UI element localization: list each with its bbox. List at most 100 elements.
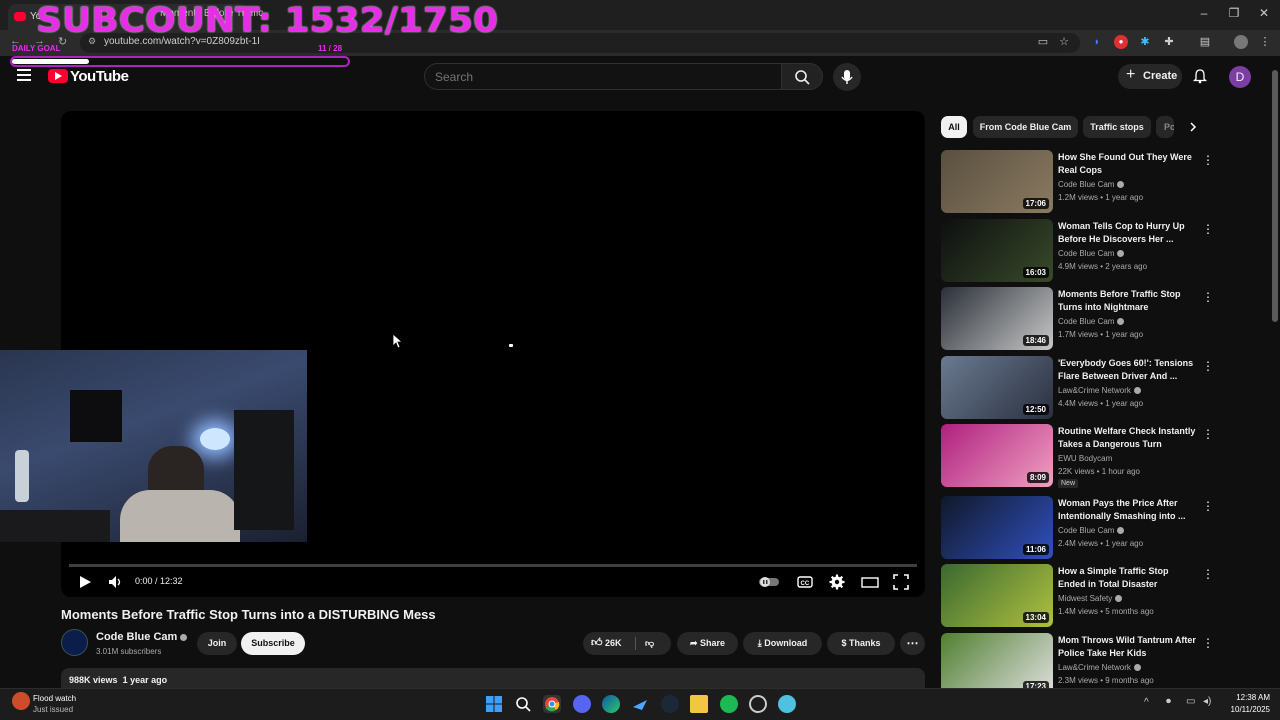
play-icon[interactable] [77, 574, 93, 590]
recommendation-title[interactable]: How a Simple Traffic Stop Ended in Total… [1058, 565, 1198, 591]
volume-tray-icon[interactable]: ◂) [1203, 696, 1211, 707]
network-tray-icon[interactable]: ▭ [1186, 696, 1195, 707]
recommendation-thumbnail[interactable]: 16:03 [941, 219, 1053, 282]
microphone-tray-icon[interactable]: ⏺ [1166, 696, 1171, 707]
recommendation-channel[interactable]: Law&Crime Network [1058, 386, 1141, 395]
search-button[interactable] [781, 63, 823, 90]
recommendation-title[interactable]: Moments Before Traffic Stop Turns into N… [1058, 288, 1198, 314]
extension-icon[interactable]: ◗ [1090, 35, 1104, 49]
maximize-icon[interactable]: ❐ [1224, 6, 1244, 20]
channel-avatar[interactable] [61, 629, 88, 656]
thumbs-down-icon[interactable]: 👎︎ [645, 632, 654, 655]
chip-partial[interactable]: Po [1156, 116, 1174, 138]
more-actions-button[interactable]: ⋯ [900, 632, 925, 655]
more-vertical-icon[interactable]: ⋮ [1202, 567, 1214, 581]
recommendation-title[interactable]: How She Found Out They Were Real Cops [1058, 151, 1198, 177]
recommendation-title[interactable]: Routine Welfare Check Instantly Takes a … [1058, 425, 1198, 451]
recommendation-item[interactable]: 17:06 How She Found Out They Were Real Co… [941, 150, 1221, 214]
thanks-button[interactable]: $ Thanks [827, 632, 895, 655]
extension-blue-icon[interactable]: ✱ [1138, 35, 1152, 49]
recommendation-thumbnail[interactable]: 18:46 [941, 287, 1053, 350]
more-vertical-icon[interactable]: ⋮ [1202, 359, 1214, 373]
recommendation-item[interactable]: 13:04 How a Simple Traffic Stop Ended in … [941, 564, 1221, 628]
recommendation-title[interactable]: Woman Pays the Price After Intentionally… [1058, 497, 1198, 523]
extensions-puzzle-icon[interactable]: ✚ [1162, 35, 1176, 49]
edge-taskbar-icon[interactable] [602, 695, 620, 713]
recommendation-channel[interactable]: Code Blue Cam [1058, 180, 1125, 189]
recommendation-channel[interactable]: Code Blue Cam [1058, 249, 1125, 258]
cast-icon[interactable]: ▭ [1036, 35, 1050, 49]
share-button[interactable]: ➦ Share [677, 632, 738, 655]
chrome-menu-icon[interactable]: ⋮ [1258, 35, 1272, 49]
more-vertical-icon[interactable]: ⋮ [1202, 153, 1214, 167]
recommendation-thumbnail[interactable]: 12:50 [941, 356, 1053, 419]
close-icon[interactable]: ✕ [1254, 6, 1274, 20]
settings-gear-icon[interactable] [829, 574, 845, 590]
chip-from-channel[interactable]: From Code Blue Cam [973, 116, 1078, 138]
file-explorer-icon[interactable] [690, 695, 708, 713]
notifications-bell-icon[interactable] [1192, 68, 1208, 84]
search-taskbar-icon[interactable] [514, 695, 532, 713]
fullscreen-icon[interactable] [893, 574, 909, 590]
subscribe-button[interactable]: Subscribe [241, 632, 305, 655]
page-scrollbar-thumb[interactable] [1272, 70, 1278, 322]
search-input[interactable] [424, 63, 782, 90]
youtube-logo-text[interactable]: YouTube [70, 68, 129, 85]
discord-taskbar-icon[interactable] [573, 695, 591, 713]
recommendation-thumbnail[interactable]: 17:06 [941, 150, 1053, 213]
recommendation-channel[interactable]: Code Blue Cam [1058, 317, 1125, 326]
recommendation-thumbnail[interactable]: 11:06 [941, 496, 1053, 559]
bookmark-star-icon[interactable]: ☆ [1057, 35, 1071, 49]
recommendation-item[interactable]: 18:46 Moments Before Traffic Stop Turns i… [941, 287, 1221, 351]
minimize-icon[interactable]: – [1194, 6, 1214, 20]
video-progress-bar[interactable] [69, 564, 917, 567]
taskbar-date[interactable]: 10/11/2025 [1224, 705, 1270, 714]
youtube-logo-icon[interactable] [48, 69, 68, 83]
windows-start-icon[interactable] [485, 695, 503, 713]
autoplay-toggle-icon[interactable] [758, 574, 782, 590]
recommendation-channel[interactable]: Midwest Safety [1058, 594, 1123, 603]
recommendation-item[interactable]: 11:06 Woman Pays the Price After Intentio… [941, 496, 1221, 560]
recommendation-channel[interactable]: Code Blue Cam [1058, 526, 1125, 535]
chevron-right-icon[interactable] [1186, 120, 1200, 134]
hamburger-menu-icon[interactable] [17, 69, 31, 81]
voice-search-button[interactable] [833, 63, 861, 91]
recommendation-item[interactable]: 12:50 'Everybody Goes 60!': Tensions Flar… [941, 356, 1221, 420]
tray-overflow-icon[interactable]: ^ [1144, 697, 1149, 708]
pinned-app-2-icon[interactable] [778, 695, 796, 713]
spotify-taskbar-icon[interactable] [720, 695, 738, 713]
chip-all[interactable]: All [941, 116, 967, 138]
recommendation-thumbnail[interactable]: 17:23 [941, 633, 1053, 696]
weather-alert-icon[interactable] [12, 692, 30, 710]
channel-name[interactable]: Code Blue Cam [96, 631, 188, 643]
weather-title[interactable]: Flood watch [33, 694, 76, 703]
taskbar-clock[interactable]: 12:38 AM [1224, 693, 1270, 702]
more-vertical-icon[interactable]: ⋮ [1202, 290, 1214, 304]
chrome-taskbar-icon[interactable] [543, 695, 561, 713]
recommendation-item[interactable]: 8:09 Routine Welfare Check Instantly Take… [941, 424, 1221, 488]
recommendation-channel[interactable]: EWU Bodycam [1058, 454, 1112, 463]
account-avatar[interactable]: D [1229, 66, 1251, 88]
extension-red-icon[interactable]: ● [1114, 35, 1128, 49]
download-button[interactable]: ⤓ Download [743, 632, 822, 655]
volume-icon[interactable] [107, 574, 123, 590]
theater-mode-icon[interactable] [861, 574, 879, 590]
pinned-app-icon[interactable] [631, 695, 649, 713]
more-vertical-icon[interactable]: ⋮ [1202, 427, 1214, 441]
recommendation-title[interactable]: Woman Tells Cop to Hurry Up Before He Di… [1058, 220, 1198, 246]
more-vertical-icon[interactable]: ⋮ [1202, 222, 1214, 236]
recommendation-thumbnail[interactable]: 8:09 [941, 424, 1053, 487]
more-vertical-icon[interactable]: ⋮ [1202, 499, 1214, 513]
chip-traffic-stops[interactable]: Traffic stops [1083, 116, 1151, 138]
steam-taskbar-icon[interactable] [661, 695, 679, 713]
settings-taskbar-icon[interactable] [749, 695, 767, 713]
profile-icon[interactable] [1234, 35, 1248, 49]
create-button[interactable]: + Create [1118, 64, 1182, 89]
recommendation-title[interactable]: 'Everybody Goes 60!': Tensions Flare Bet… [1058, 357, 1198, 383]
recommendation-title[interactable]: Mom Throws Wild Tantrum After Police Tak… [1058, 634, 1198, 660]
join-button[interactable]: Join [197, 632, 237, 655]
more-vertical-icon[interactable]: ⋮ [1202, 636, 1214, 650]
recommendation-thumbnail[interactable]: 13:04 [941, 564, 1053, 627]
like-button[interactable]: 👍︎ 26K [591, 637, 622, 649]
captions-icon[interactable]: CC [797, 574, 813, 590]
